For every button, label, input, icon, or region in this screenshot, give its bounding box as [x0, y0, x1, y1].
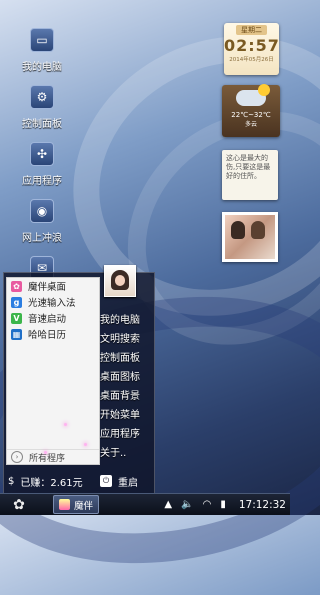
- desktop-icon-browser[interactable]: ◉ 网上冲浪: [12, 199, 72, 244]
- desktop-icon-label: 网上冲浪: [22, 233, 62, 244]
- app-label: 光速输入法: [28, 298, 76, 309]
- app-label: 音速启动: [28, 314, 67, 325]
- start-button[interactable]: ✿: [10, 496, 28, 514]
- menu-item-my-computer[interactable]: 我的电脑: [100, 309, 152, 328]
- start-menu-footer: $ 已赚：2.61元 ⏻ 重启: [4, 467, 154, 495]
- start-menu-app[interactable]: ✿ 魔伴桌面: [7, 278, 99, 294]
- input-method-icon: g: [11, 296, 22, 308]
- system-tray: ▲ 🔈 ◠ ▮ 17:12:32: [164, 494, 286, 515]
- weather-condition: 多云: [244, 121, 257, 128]
- mobanzhuomian-icon: ✿: [11, 280, 22, 292]
- desktop-icon-control-panel[interactable]: ⚙ 控制面板: [12, 85, 72, 130]
- menu-item-desktop-background[interactable]: 桌面背景: [100, 385, 152, 404]
- desktop-icon-label: 应用程序: [22, 176, 62, 187]
- flower-icon: ✿: [13, 496, 25, 513]
- wifi-icon[interactable]: ◠: [203, 499, 212, 510]
- mobanzhuomian-icon: [59, 499, 70, 510]
- earnings: $ 已赚：2.61元: [8, 474, 83, 489]
- sparkle-decoration: [44, 451, 47, 454]
- browser-icon: ◉: [30, 199, 54, 223]
- taskbar-clock[interactable]: 17:12:32: [239, 499, 286, 511]
- chevron-up-icon[interactable]: ▲: [164, 499, 172, 510]
- power-icon: ⏻: [100, 475, 112, 487]
- desktop-icon-my-computer[interactable]: ▭ 我的电脑: [12, 28, 72, 73]
- sparkle-decoration: [84, 443, 87, 446]
- clock-widget[interactable]: 星期二 02:57 2014年05月26日: [224, 23, 279, 75]
- money-bag-icon: $: [8, 475, 15, 487]
- arrow-right-icon: ›: [11, 451, 23, 463]
- photo-widget[interactable]: [222, 212, 278, 262]
- weather-widget[interactable]: 22℃~32℃ 多云: [222, 84, 280, 137]
- all-programs-button[interactable]: › 所有程序: [7, 449, 99, 464]
- start-menu-app-list: ✿ 魔伴桌面 g 光速输入法 V 音速启动 ▦ 哈哈日历 › 所有程序: [6, 277, 100, 465]
- start-menu-shortcuts: 我的电脑 文明搜索 控制面板 桌面图标 桌面背景 开始菜单 应用程序 关于..: [100, 309, 152, 461]
- desktop-icon-apps[interactable]: ✣ 应用程序: [12, 142, 72, 187]
- menu-item-about[interactable]: 关于..: [100, 442, 152, 461]
- menu-item-start-menu[interactable]: 开始菜单: [100, 404, 152, 423]
- photo-image: [225, 215, 275, 259]
- menu-item-control-panel[interactable]: 控制面板: [100, 347, 152, 366]
- clock-weekday: 星期二: [236, 25, 267, 35]
- restart-button[interactable]: ⏻ 重启: [100, 474, 138, 489]
- weather-temp: 22℃~32℃: [231, 111, 271, 119]
- sparkle-decoration: [64, 423, 67, 426]
- clock-time: 02:57: [224, 36, 280, 55]
- taskbar: ✿ 魔伴 ▲ 🔈 ◠ ▮ 17:12:32: [0, 493, 290, 515]
- start-menu-app[interactable]: V 音速启动: [7, 310, 99, 326]
- start-menu-app[interactable]: g 光速输入法: [7, 294, 99, 310]
- cloud-sun-icon: [236, 84, 270, 106]
- start-menu-app[interactable]: ▦ 哈哈日历: [7, 326, 99, 342]
- app-label: 魔伴桌面: [28, 282, 67, 293]
- taskbar-app-label: 魔伴: [74, 500, 94, 512]
- taskbar-app-button[interactable]: 魔伴: [53, 495, 100, 514]
- avatar[interactable]: [104, 265, 136, 297]
- all-programs-label: 所有程序: [29, 453, 66, 464]
- menu-item-search[interactable]: 文明搜索: [100, 328, 152, 347]
- note-widget[interactable]: 这心是最大的伤,只要这是最好的住所。: [222, 150, 278, 200]
- menu-item-apps[interactable]: 应用程序: [100, 423, 152, 442]
- desktop-icon-label: 控制面板: [22, 119, 62, 130]
- computer-icon: ▭: [30, 28, 54, 52]
- app-label: 哈哈日历: [28, 330, 67, 341]
- start-menu: ✿ 魔伴桌面 g 光速输入法 V 音速启动 ▦ 哈哈日历 › 所有程序 我的电脑…: [3, 272, 155, 496]
- launcher-icon: V: [11, 312, 22, 324]
- battery-icon[interactable]: ▮: [220, 499, 226, 510]
- control-panel-icon: ⚙: [30, 85, 54, 109]
- clock-date: 2014年05月26日: [229, 57, 274, 63]
- calendar-icon: ▦: [11, 328, 22, 340]
- earnings-text: 已赚：2.61元: [20, 477, 83, 489]
- restart-label: 重启: [118, 477, 138, 489]
- desktop-icon-label: 我的电脑: [22, 62, 62, 73]
- apps-icon: ✣: [30, 142, 54, 166]
- volume-icon[interactable]: 🔈: [181, 499, 193, 510]
- note-text: 这心是最大的伤,只要这是最好的住所。: [226, 154, 271, 180]
- menu-item-desktop-icons[interactable]: 桌面图标: [100, 366, 152, 385]
